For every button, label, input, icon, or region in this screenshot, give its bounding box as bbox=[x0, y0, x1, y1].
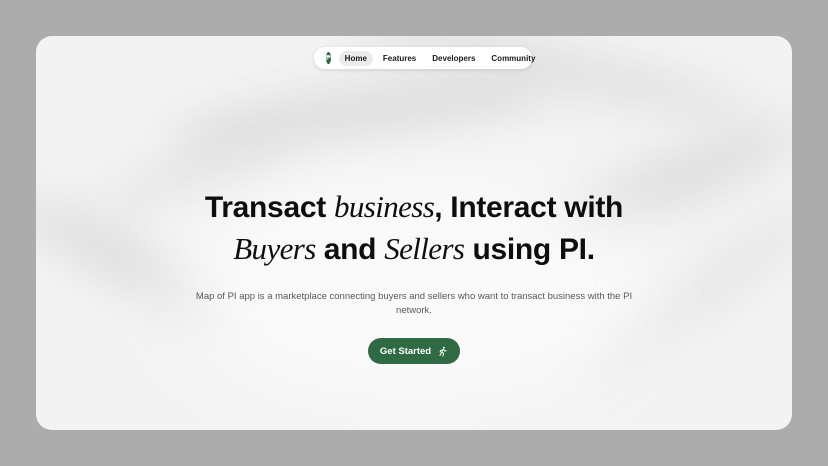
nav-item-community[interactable]: Community bbox=[485, 51, 541, 66]
hero-subtitle: Map of PI app is a marketplace connectin… bbox=[195, 291, 633, 316]
headline-text: using PI. bbox=[464, 233, 595, 266]
top-nav: ₱ Home Features Developers Community bbox=[314, 47, 535, 69]
headline-text: Transact bbox=[204, 191, 334, 224]
headline-emphasis: Buyers bbox=[233, 231, 316, 266]
pi-logo-icon[interactable]: ₱ bbox=[326, 52, 331, 64]
headline-text: and bbox=[315, 233, 385, 266]
headline-text: , Interact with bbox=[434, 191, 624, 224]
nav-item-home[interactable]: Home bbox=[338, 50, 373, 66]
page-frame: ₱ Home Features Developers Community Tra… bbox=[36, 36, 792, 430]
nav-item-developers[interactable]: Developers bbox=[426, 51, 481, 66]
nav-item-features[interactable]: Features bbox=[377, 51, 422, 66]
headline-emphasis: business bbox=[333, 189, 435, 224]
headline-emphasis: Sellers bbox=[384, 231, 465, 266]
get-started-button[interactable]: Get Started bbox=[367, 338, 461, 364]
cta-label: Get Started bbox=[379, 345, 432, 357]
logo-glyph: ₱ bbox=[326, 54, 331, 62]
running-person-icon bbox=[439, 346, 447, 357]
hero-headline: Transact business, Interact with Buyers … bbox=[36, 186, 792, 270]
hero-section: Transact business, Interact with Buyers … bbox=[36, 186, 792, 364]
